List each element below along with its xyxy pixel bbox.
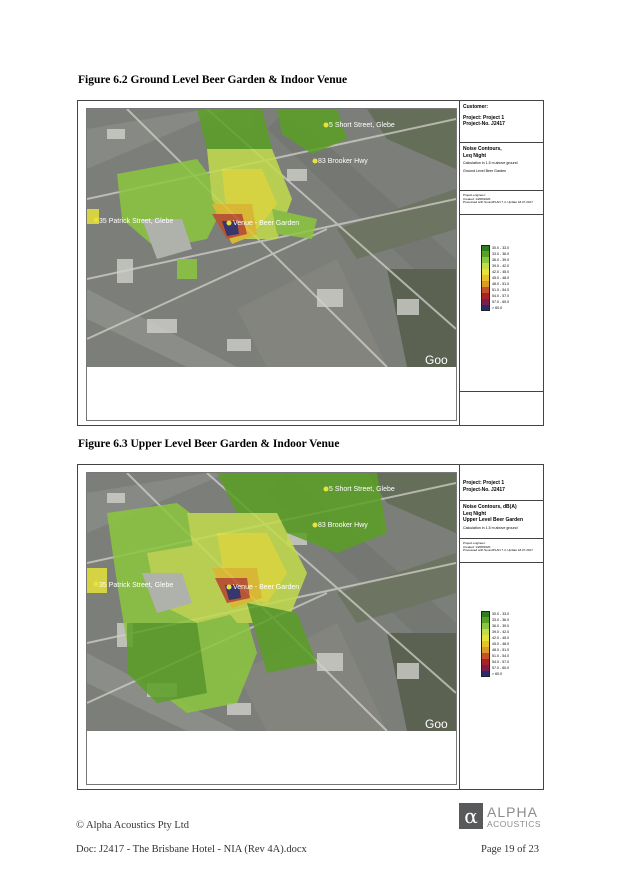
figure-6-2-title-panel: Customer: Project: Project 1 Project-No.… bbox=[459, 101, 544, 425]
project-section: Project: Project 1 Project-No. J2417 bbox=[460, 465, 544, 501]
processed-note: Processed with SoundPLAN 7.4, Update 18.… bbox=[463, 200, 533, 205]
legend-row: > 60.0 bbox=[481, 305, 509, 311]
legend-label: 39.0 - 42.0 bbox=[492, 264, 510, 268]
calc-note: Calculation in 1.5 m above ground bbox=[463, 161, 518, 165]
footer-copyright: © Alpha Acoustics Pty Ltd bbox=[76, 820, 189, 831]
legend-label: > 60.0 bbox=[492, 306, 503, 310]
legend-label: 30.0 - 33.0 bbox=[492, 612, 510, 616]
figure-6-3-frame: 5 Short Street, Glebe 83 Brooker Hwy 35 … bbox=[77, 464, 544, 790]
legend-section: 30.0 - 33.0 33.0 - 36.0 36.0 - 39.0 39.0 - … bbox=[460, 563, 544, 789]
legend-label: 42.0 - 45.0 bbox=[492, 270, 510, 274]
result-section: Noise Contours, Leq Night Calculation in… bbox=[460, 143, 544, 191]
logo-text-acoustics: ACOUSTICS bbox=[487, 819, 542, 829]
figure-6-3-title: Figure 6.3 Upper Level Beer Garden & Ind… bbox=[78, 438, 340, 450]
legend-label: 33.0 - 36.0 bbox=[492, 618, 510, 622]
legend-label: 51.0 - 54.0 bbox=[492, 288, 510, 292]
project-number: Project-No. J2417 bbox=[463, 121, 505, 127]
legend-label: 45.0 - 48.0 bbox=[492, 276, 510, 280]
legend-label: 45.0 - 48.0 bbox=[492, 642, 510, 646]
meta-section: Project engineer: Created: 14/08/2020 Pr… bbox=[460, 539, 544, 563]
figure-6-2-frame: 5 Short Street, Glebe 83 Brooker Hwy 35 … bbox=[77, 100, 544, 426]
legend-row: > 60.0 bbox=[481, 671, 509, 677]
label-venue: Venue - Beer Garden bbox=[233, 220, 299, 227]
map-graphic: 5 Short Street, Glebe 83 Brooker Hwy 35 … bbox=[87, 109, 456, 367]
scenario-note: Ground Level Beer Garden bbox=[463, 169, 507, 173]
noise-contour-map: 5 Short Street, Glebe 83 Brooker Hwy 35 … bbox=[87, 473, 456, 731]
label-brooker-hwy: 83 Brooker Hwy bbox=[318, 522, 368, 529]
alpha-acoustics-logo: α ALPHA ACOUSTICS bbox=[459, 803, 549, 833]
google-watermark: Goo bbox=[425, 717, 448, 731]
customer-label: Customer: bbox=[463, 104, 489, 110]
figure-6-2-title: Figure 6.2 Ground Level Beer Garden & In… bbox=[78, 74, 348, 86]
legend-label: 48.0 - 51.0 bbox=[492, 648, 510, 652]
calc-note: Calculation in 1.5 m above ground bbox=[463, 525, 518, 530]
label-venue: Venue - Beer Garden bbox=[233, 584, 299, 591]
project-section: Customer: Project: Project 1 Project-No.… bbox=[460, 101, 544, 143]
legend-label: 36.0 - 39.0 bbox=[492, 258, 510, 262]
result-section: Noise Contours, dB(A) Leq Night Upper Le… bbox=[460, 501, 544, 539]
meta-section: Project engineer: Created: 14/08/2020 Pr… bbox=[460, 191, 544, 215]
google-watermark: Goo bbox=[425, 353, 448, 367]
label-short-street: 5 Short Street, Glebe bbox=[329, 486, 395, 493]
result-title-3: Upper Level Beer Garden bbox=[463, 517, 524, 523]
alpha-logo-icon: α bbox=[459, 803, 483, 829]
legend-swatch bbox=[481, 305, 490, 311]
footer-page-number: Page 19 of 23 bbox=[481, 844, 540, 855]
figure-6-3-map: 5 Short Street, Glebe 83 Brooker Hwy 35 … bbox=[86, 472, 457, 785]
legend-label: 48.0 - 51.0 bbox=[492, 282, 510, 286]
legend-label: 57.0 - 60.0 bbox=[492, 300, 510, 304]
legend-label: 57.0 - 60.0 bbox=[492, 666, 510, 670]
footer-doc-name: Doc: J2417 - The Brisbane Hotel - NIA (R… bbox=[76, 844, 307, 855]
project-number: Project-No. J2417 bbox=[463, 486, 505, 493]
label-short-street: 5 Short Street, Glebe bbox=[329, 122, 395, 129]
legend-label: 39.0 - 42.0 bbox=[492, 630, 510, 634]
noise-legend: 30.0 - 33.0 33.0 - 36.0 36.0 - 39.0 39.0 - … bbox=[481, 245, 509, 311]
label-patrick-street: 35 Patrick Street, Glebe bbox=[99, 218, 173, 225]
legend-label: 33.0 - 36.0 bbox=[492, 252, 510, 256]
noise-legend: 30.0 - 33.0 33.0 - 36.0 36.0 - 39.0 39.0 - … bbox=[481, 611, 509, 677]
legend-label: 51.0 - 54.0 bbox=[492, 654, 510, 658]
legend-section: 30.0 - 33.0 33.0 - 36.0 36.0 - 39.0 39.0 - … bbox=[460, 215, 544, 392]
result-title-2: Leq Night bbox=[463, 152, 487, 159]
processed-note: Processed with SoundPLAN 7.4, Update 18.… bbox=[463, 548, 533, 553]
logo-text-alpha: ALPHA bbox=[487, 804, 538, 820]
legend-label: 42.0 - 45.0 bbox=[492, 636, 510, 640]
legend-swatch bbox=[481, 671, 490, 677]
legend-label: 36.0 - 39.0 bbox=[492, 624, 510, 628]
figure-6-3-title-panel: Project: Project 1 Project-No. J2417 Noi… bbox=[459, 465, 544, 789]
noise-contour-map: 5 Short Street, Glebe 83 Brooker Hwy 35 … bbox=[87, 109, 456, 367]
legend-label: > 60.0 bbox=[492, 672, 503, 676]
legend-label: 54.0 - 57.0 bbox=[492, 294, 510, 298]
legend-label: 54.0 - 57.0 bbox=[492, 660, 510, 664]
legend-label: 30.0 - 33.0 bbox=[492, 246, 510, 250]
figure-6-2-map: 5 Short Street, Glebe 83 Brooker Hwy 35 … bbox=[86, 108, 457, 421]
map-graphic: 5 Short Street, Glebe 83 Brooker Hwy 35 … bbox=[87, 473, 456, 731]
label-patrick-street: 35 Patrick Street, Glebe bbox=[99, 582, 173, 589]
label-brooker-hwy: 83 Brooker Hwy bbox=[318, 158, 368, 165]
